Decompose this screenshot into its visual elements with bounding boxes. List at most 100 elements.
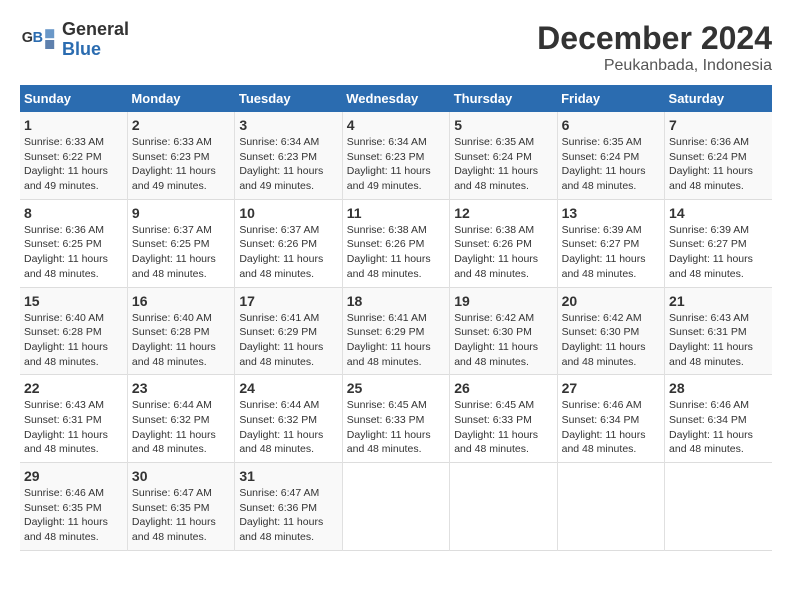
day-info: Sunrise: 6:44 AM Sunset: 6:32 PM Dayligh…: [239, 398, 337, 457]
calendar-cell: 18 Sunrise: 6:41 AM Sunset: 6:29 PM Dayl…: [342, 287, 449, 375]
day-number: 1: [24, 117, 123, 133]
calendar-cell: 12 Sunrise: 6:38 AM Sunset: 6:26 PM Dayl…: [450, 199, 557, 287]
calendar-cell: 20 Sunrise: 6:42 AM Sunset: 6:30 PM Dayl…: [557, 287, 664, 375]
calendar-cell: 29 Sunrise: 6:46 AM Sunset: 6:35 PM Dayl…: [20, 463, 127, 551]
day-info: Sunrise: 6:42 AM Sunset: 6:30 PM Dayligh…: [454, 311, 552, 370]
day-number: 29: [24, 468, 123, 484]
logo-text: General Blue: [62, 20, 129, 60]
col-monday: Monday: [127, 85, 234, 112]
day-number: 4: [347, 117, 445, 133]
calendar-cell: 1 Sunrise: 6:33 AM Sunset: 6:22 PM Dayli…: [20, 112, 127, 199]
calendar-cell: 7 Sunrise: 6:36 AM Sunset: 6:24 PM Dayli…: [665, 112, 772, 199]
svg-text:B: B: [33, 30, 43, 46]
day-info: Sunrise: 6:47 AM Sunset: 6:36 PM Dayligh…: [239, 486, 337, 545]
day-number: 11: [347, 205, 445, 221]
calendar-week-5: 29 Sunrise: 6:46 AM Sunset: 6:35 PM Dayl…: [20, 463, 772, 551]
day-info: Sunrise: 6:43 AM Sunset: 6:31 PM Dayligh…: [669, 311, 768, 370]
day-info: Sunrise: 6:35 AM Sunset: 6:24 PM Dayligh…: [562, 135, 660, 194]
day-number: 12: [454, 205, 552, 221]
logo-icon: G B: [20, 22, 56, 58]
day-number: 22: [24, 380, 123, 396]
day-info: Sunrise: 6:37 AM Sunset: 6:26 PM Dayligh…: [239, 223, 337, 282]
day-number: 31: [239, 468, 337, 484]
day-number: 20: [562, 293, 660, 309]
calendar-cell: 15 Sunrise: 6:40 AM Sunset: 6:28 PM Dayl…: [20, 287, 127, 375]
calendar-cell: 2 Sunrise: 6:33 AM Sunset: 6:23 PM Dayli…: [127, 112, 234, 199]
calendar-cell: 16 Sunrise: 6:40 AM Sunset: 6:28 PM Dayl…: [127, 287, 234, 375]
calendar-cell: 19 Sunrise: 6:42 AM Sunset: 6:30 PM Dayl…: [450, 287, 557, 375]
day-number: 10: [239, 205, 337, 221]
day-number: 28: [669, 380, 768, 396]
calendar-cell: 4 Sunrise: 6:34 AM Sunset: 6:23 PM Dayli…: [342, 112, 449, 199]
day-number: 30: [132, 468, 230, 484]
calendar-table: Sunday Monday Tuesday Wednesday Thursday…: [20, 85, 772, 551]
calendar-cell: [665, 463, 772, 551]
day-info: Sunrise: 6:33 AM Sunset: 6:22 PM Dayligh…: [24, 135, 123, 194]
day-number: 3: [239, 117, 337, 133]
calendar-cell: 24 Sunrise: 6:44 AM Sunset: 6:32 PM Dayl…: [235, 375, 342, 463]
col-tuesday: Tuesday: [235, 85, 342, 112]
day-number: 27: [562, 380, 660, 396]
day-info: Sunrise: 6:40 AM Sunset: 6:28 PM Dayligh…: [24, 311, 123, 370]
day-info: Sunrise: 6:42 AM Sunset: 6:30 PM Dayligh…: [562, 311, 660, 370]
calendar-week-4: 22 Sunrise: 6:43 AM Sunset: 6:31 PM Dayl…: [20, 375, 772, 463]
calendar-week-3: 15 Sunrise: 6:40 AM Sunset: 6:28 PM Dayl…: [20, 287, 772, 375]
calendar-week-1: 1 Sunrise: 6:33 AM Sunset: 6:22 PM Dayli…: [20, 112, 772, 199]
day-info: Sunrise: 6:45 AM Sunset: 6:33 PM Dayligh…: [347, 398, 445, 457]
day-number: 25: [347, 380, 445, 396]
calendar-cell: 30 Sunrise: 6:47 AM Sunset: 6:35 PM Dayl…: [127, 463, 234, 551]
day-info: Sunrise: 6:38 AM Sunset: 6:26 PM Dayligh…: [454, 223, 552, 282]
day-info: Sunrise: 6:34 AM Sunset: 6:23 PM Dayligh…: [239, 135, 337, 194]
day-number: 26: [454, 380, 552, 396]
day-number: 21: [669, 293, 768, 309]
calendar-cell: 27 Sunrise: 6:46 AM Sunset: 6:34 PM Dayl…: [557, 375, 664, 463]
calendar-cell: 3 Sunrise: 6:34 AM Sunset: 6:23 PM Dayli…: [235, 112, 342, 199]
day-number: 19: [454, 293, 552, 309]
day-info: Sunrise: 6:39 AM Sunset: 6:27 PM Dayligh…: [669, 223, 768, 282]
day-info: Sunrise: 6:44 AM Sunset: 6:32 PM Dayligh…: [132, 398, 230, 457]
page-subtitle: Peukanbada, Indonesia: [537, 57, 772, 75]
day-info: Sunrise: 6:34 AM Sunset: 6:23 PM Dayligh…: [347, 135, 445, 194]
day-number: 15: [24, 293, 123, 309]
day-number: 24: [239, 380, 337, 396]
calendar-cell: 6 Sunrise: 6:35 AM Sunset: 6:24 PM Dayli…: [557, 112, 664, 199]
day-number: 13: [562, 205, 660, 221]
day-info: Sunrise: 6:45 AM Sunset: 6:33 PM Dayligh…: [454, 398, 552, 457]
calendar-week-2: 8 Sunrise: 6:36 AM Sunset: 6:25 PM Dayli…: [20, 199, 772, 287]
col-friday: Friday: [557, 85, 664, 112]
col-saturday: Saturday: [665, 85, 772, 112]
day-info: Sunrise: 6:46 AM Sunset: 6:34 PM Dayligh…: [562, 398, 660, 457]
calendar-cell: 13 Sunrise: 6:39 AM Sunset: 6:27 PM Dayl…: [557, 199, 664, 287]
day-number: 8: [24, 205, 123, 221]
day-number: 9: [132, 205, 230, 221]
day-info: Sunrise: 6:46 AM Sunset: 6:35 PM Dayligh…: [24, 486, 123, 545]
col-sunday: Sunday: [20, 85, 127, 112]
day-number: 5: [454, 117, 552, 133]
calendar-cell: [450, 463, 557, 551]
calendar-cell: [557, 463, 664, 551]
day-info: Sunrise: 6:46 AM Sunset: 6:34 PM Dayligh…: [669, 398, 768, 457]
day-info: Sunrise: 6:37 AM Sunset: 6:25 PM Dayligh…: [132, 223, 230, 282]
col-wednesday: Wednesday: [342, 85, 449, 112]
calendar-cell: 28 Sunrise: 6:46 AM Sunset: 6:34 PM Dayl…: [665, 375, 772, 463]
day-info: Sunrise: 6:36 AM Sunset: 6:24 PM Dayligh…: [669, 135, 768, 194]
day-info: Sunrise: 6:41 AM Sunset: 6:29 PM Dayligh…: [347, 311, 445, 370]
day-info: Sunrise: 6:33 AM Sunset: 6:23 PM Dayligh…: [132, 135, 230, 194]
day-info: Sunrise: 6:35 AM Sunset: 6:24 PM Dayligh…: [454, 135, 552, 194]
calendar-cell: 9 Sunrise: 6:37 AM Sunset: 6:25 PM Dayli…: [127, 199, 234, 287]
day-info: Sunrise: 6:36 AM Sunset: 6:25 PM Dayligh…: [24, 223, 123, 282]
day-number: 6: [562, 117, 660, 133]
calendar-cell: 8 Sunrise: 6:36 AM Sunset: 6:25 PM Dayli…: [20, 199, 127, 287]
day-info: Sunrise: 6:38 AM Sunset: 6:26 PM Dayligh…: [347, 223, 445, 282]
day-number: 17: [239, 293, 337, 309]
calendar-cell: 22 Sunrise: 6:43 AM Sunset: 6:31 PM Dayl…: [20, 375, 127, 463]
page-header: G B General Blue December 2024 Peukanbad…: [20, 20, 772, 75]
day-info: Sunrise: 6:41 AM Sunset: 6:29 PM Dayligh…: [239, 311, 337, 370]
title-block: December 2024 Peukanbada, Indonesia: [537, 20, 772, 75]
calendar-cell: 5 Sunrise: 6:35 AM Sunset: 6:24 PM Dayli…: [450, 112, 557, 199]
day-info: Sunrise: 6:39 AM Sunset: 6:27 PM Dayligh…: [562, 223, 660, 282]
day-info: Sunrise: 6:40 AM Sunset: 6:28 PM Dayligh…: [132, 311, 230, 370]
day-info: Sunrise: 6:43 AM Sunset: 6:31 PM Dayligh…: [24, 398, 123, 457]
day-number: 16: [132, 293, 230, 309]
calendar-cell: 31 Sunrise: 6:47 AM Sunset: 6:36 PM Dayl…: [235, 463, 342, 551]
